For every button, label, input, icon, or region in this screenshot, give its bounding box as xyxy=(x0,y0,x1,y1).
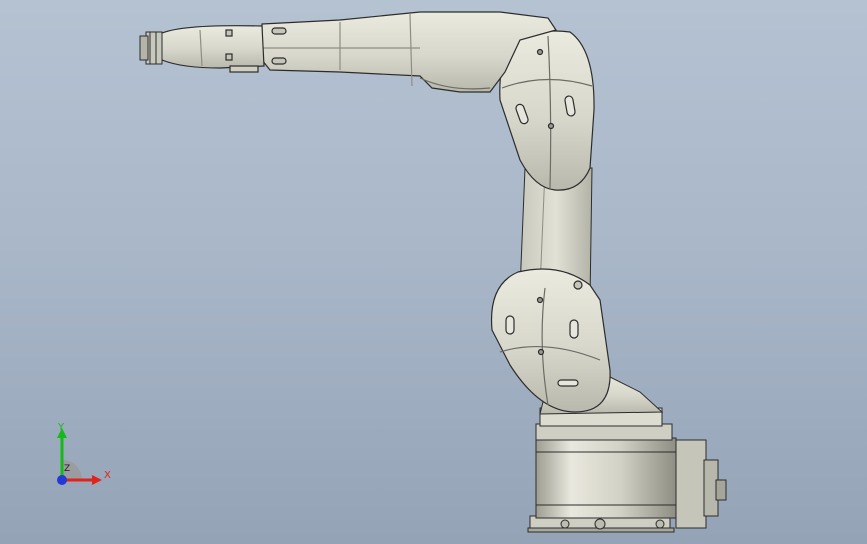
triad-axes xyxy=(57,428,102,485)
triad-x-label: X xyxy=(104,470,111,481)
shoulder-joint-cover xyxy=(490,268,611,413)
triad-z-label: Z xyxy=(64,464,71,474)
wrist-assembly xyxy=(159,25,265,73)
graphics-viewport[interactable]: Y X Z xyxy=(0,0,867,544)
robot-base xyxy=(527,407,727,533)
tool-flange xyxy=(139,31,163,65)
coordinate-triad: Y X Z xyxy=(40,420,130,500)
triad-y-label: Y xyxy=(58,422,65,433)
robot-arm-model[interactable] xyxy=(0,0,867,544)
